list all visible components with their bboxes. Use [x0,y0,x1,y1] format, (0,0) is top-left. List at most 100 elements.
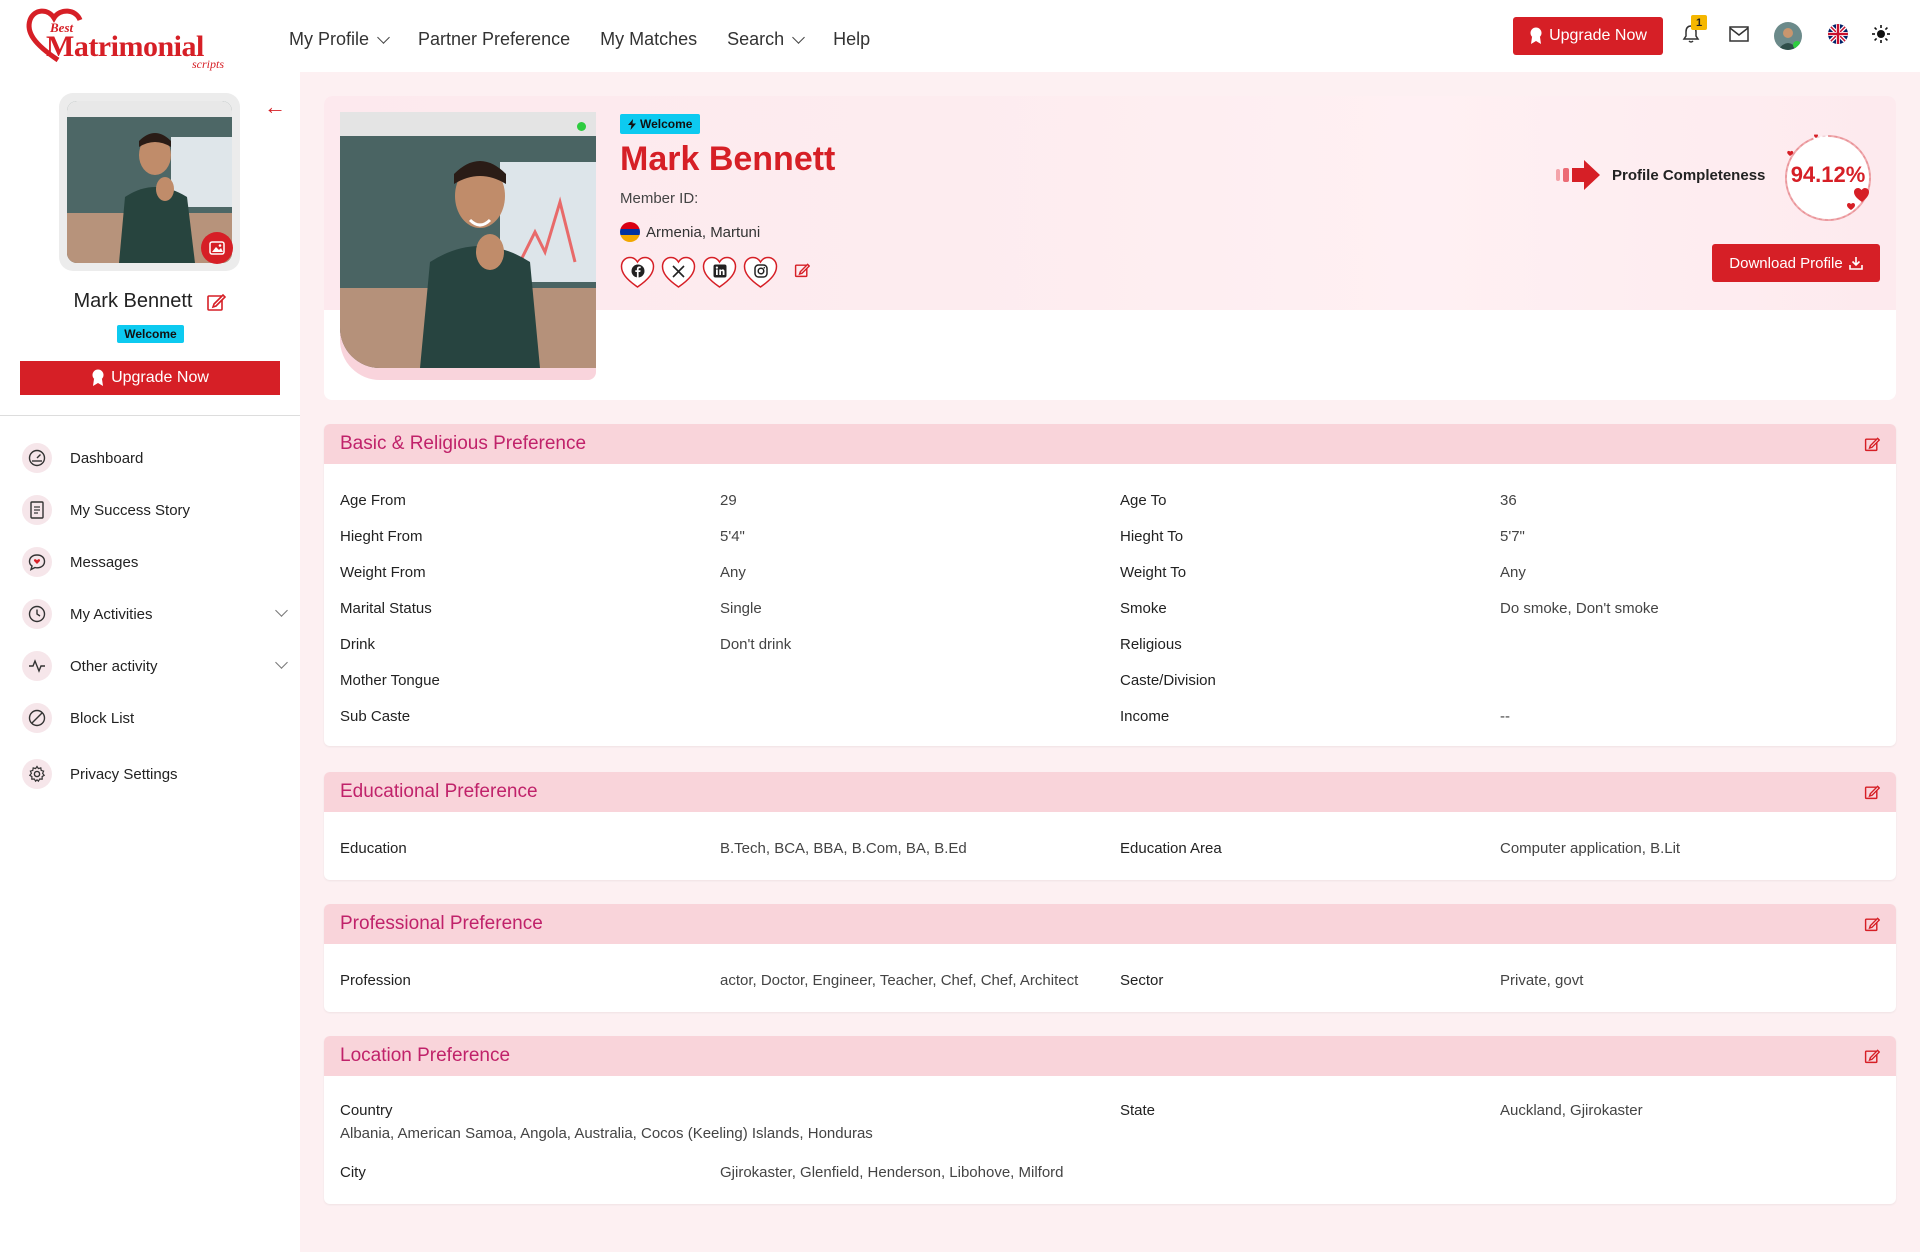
field-value: Auckland, Gjirokaster [1500,1102,1643,1119]
section-header: Educational Preference [324,772,1896,812]
activity-icon [22,651,52,681]
document-icon [22,495,52,525]
field-value: 5'4" [720,527,745,545]
edit-section-icon[interactable] [1864,1048,1880,1064]
sidebar-item-my-activities[interactable]: My Activities [22,588,288,640]
table-row: Profession actor, Doctor, Engineer, Teach… [340,962,1880,998]
avatar[interactable] [1774,22,1802,50]
table-row: Age From 29 Age To 36 [340,482,1880,518]
table-row: Education B.Tech, BCA, BBA, B.Com, BA, B.… [340,830,1880,866]
field-label: Religious [1120,635,1182,653]
sidebar-item-block-list[interactable]: Block List [22,692,286,744]
field-label: Caste/Division [1120,671,1216,689]
section-body: Age From 29 Age To 36 Hieght From 5'4" Hieght … [324,464,1896,734]
chevron-down-icon [275,656,288,669]
sun-icon[interactable] [1869,22,1893,46]
profile-location: Armenia, Martuni [620,222,760,242]
sidebar-user-name: Mark Bennett [73,290,193,312]
location-text: Armenia, Martuni [646,223,761,241]
sidebar-item-label: My Activities [70,605,153,623]
medal-icon [1530,27,1542,44]
table-row: Hieght From 5'4" Hieght To 5'7" [340,518,1880,554]
edit-section-icon[interactable] [1864,916,1880,932]
nav-label: Help [833,28,871,49]
field-label: Hieght From [340,527,423,545]
sidebar-item-messages[interactable]: Messages [22,536,286,588]
mail-icon[interactable] [1727,22,1751,46]
educational-preference-card: Educational Preference Education B.Tech, … [324,772,1896,880]
field-label: Drink [340,635,376,653]
section-body: Profession actor, Doctor, Engineer, Teach… [324,944,1896,998]
download-profile-button[interactable]: Download Profile [1712,244,1880,282]
sidebar-profile-photo [59,93,240,271]
table-row: Mother Tongue Caste/Division [340,662,1880,698]
sidebar-menu: Dashboard My Success Story Messages My A… [22,432,288,800]
dashboard-icon [22,443,52,473]
brand-logo[interactable]: Best Matrimonial scripts [24,6,234,71]
field-value: actor, Doctor, Engineer, Teacher, Chef, … [720,971,1079,989]
nav-my-profile[interactable]: My Profile [289,29,390,50]
field-value: Single [720,599,762,617]
field-value: Don't drink [720,635,792,653]
section-header: Professional Preference [324,904,1896,944]
member-id: Member ID: [620,190,699,207]
edit-socials-icon[interactable] [794,262,811,283]
profile-name: Mark Bennett [620,140,836,178]
nav-label: My Matches [600,28,698,49]
field-label: State [1120,1102,1156,1119]
table-row: Marital Status Single Smoke Do smoke, Don't… [340,590,1880,626]
upgrade-now-button[interactable]: Upgrade Now [1513,17,1663,55]
field-label: Sub Caste [340,707,411,725]
edit-section-icon[interactable] [1864,436,1880,452]
instagram-icon[interactable] [743,256,778,289]
sidebar-item-other-activity[interactable]: Other activity [22,640,288,692]
upgrade-label: Upgrade Now [111,369,209,386]
sidebar-item-my-success-story[interactable]: My Success Story [22,484,286,536]
field-label: Weight From [340,563,426,581]
nav-label: Search [727,28,785,49]
table-row: Drink Don't drink Religious [340,626,1880,662]
change-photo-button[interactable] [201,232,233,264]
main-content: Welcome Mark Bennett Member ID: Armenia,… [300,72,1920,1252]
field-value: 36 [1500,491,1517,509]
field-label: Income [1120,707,1170,725]
x-icon[interactable] [661,256,696,289]
country-field: Country Albania, American Samoa, Angola,… [340,1102,1120,1142]
section-title: Basic & Religious Preference [340,433,587,454]
linkedin-icon[interactable] [702,256,737,289]
edit-name-icon[interactable] [206,292,227,312]
field-value: 29 [720,491,737,509]
chevron-down-icon [792,30,806,44]
sidebar-user-name-row: Mark Bennett [0,290,300,313]
field-label: Sector [1120,971,1164,989]
sidebar-item-label: Messages [70,553,139,571]
field-value: Computer application, B.Lit [1500,839,1681,857]
section-header: Location Preference [324,1036,1896,1076]
section-title: Professional Preference [340,913,543,934]
field-label: Education [340,839,407,857]
field-label: Profession [340,971,411,989]
brand-name: Matrimonial [46,30,204,63]
welcome-badge: Welcome [620,114,701,134]
medal-icon [92,369,104,386]
uk-flag-icon[interactable] [1826,22,1850,46]
table-row: Sub Caste Income -- [340,698,1880,734]
chevron-down-icon [377,30,390,44]
field-label: Age To [1120,491,1167,509]
nav-my-matches[interactable]: My Matches [600,29,697,50]
sidebar-item-privacy-settings[interactable]: Privacy Settings [22,748,286,800]
sidebar-upgrade-now-button[interactable]: Upgrade Now [20,361,280,395]
nav-help[interactable]: Help [833,29,870,50]
section-header: Basic & Religious Preference [324,424,1896,464]
field-label: Hieght To [1120,527,1184,545]
field-label: Country [340,1102,393,1119]
nav-partner-preference[interactable]: Partner Preference [418,29,570,50]
nav-search[interactable]: Search [727,28,806,50]
collapse-sidebar-arrow-icon[interactable]: ← [264,94,286,120]
facebook-icon[interactable] [620,256,655,289]
edit-section-icon[interactable] [1864,784,1880,800]
field-label: Weight To [1120,563,1187,581]
sidebar-item-dashboard[interactable]: Dashboard [22,432,286,484]
field-value: Any [1500,563,1526,581]
bolt-icon [628,118,636,130]
